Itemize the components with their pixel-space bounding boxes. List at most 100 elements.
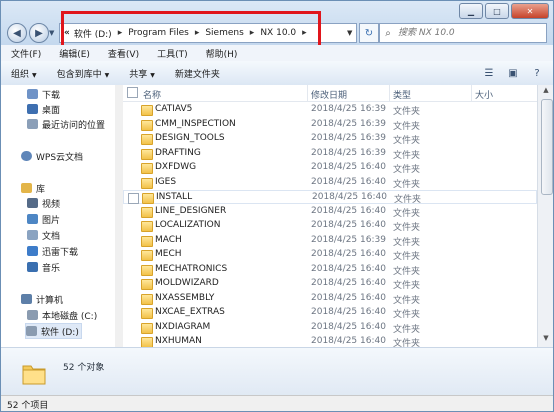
table-row[interactable]: DESIGN_TOOLS 2018/4/25 16:39 文件夹 — [123, 132, 537, 146]
help-button[interactable]: ? — [529, 65, 545, 81]
back-arrow-icon: ◀ — [13, 27, 21, 39]
breadcrumb-separator-icon[interactable]: ▸ — [118, 28, 123, 38]
preview-pane-button[interactable]: ▣ — [505, 65, 521, 81]
folder-icon — [142, 193, 154, 204]
table-row[interactable]: MACH 2018/4/25 16:39 文件夹 — [123, 234, 537, 248]
nav-item-documents[interactable]: 文档 — [27, 228, 60, 242]
minimize-button[interactable]: ▁ — [459, 3, 483, 19]
back-button[interactable]: ◀ — [7, 23, 27, 43]
table-row[interactable]: IGES 2018/4/25 16:40 文件夹 — [123, 176, 537, 190]
address-overflow-icon[interactable]: « — [64, 28, 70, 38]
table-row[interactable]: NXASSEMBLY 2018/4/25 16:40 文件夹 — [123, 292, 537, 306]
file-type: 文件夹 — [393, 295, 421, 306]
table-row[interactable]: MECH 2018/4/25 16:40 文件夹 — [123, 248, 537, 262]
nav-item-downloads[interactable]: 下载 — [27, 87, 60, 101]
documents-icon — [27, 230, 38, 240]
nav-item-video[interactable]: 视频 — [27, 196, 60, 210]
table-row[interactable]: NXHUMAN 2018/4/25 16:40 文件夹 — [123, 335, 537, 347]
nav-scrollbar[interactable] — [115, 85, 123, 347]
menu-edit[interactable]: 编辑(E) — [49, 47, 98, 60]
menu-tools[interactable]: 工具(T) — [147, 47, 196, 60]
file-type: 文件夹 — [394, 195, 422, 205]
breadcrumb-program-files[interactable]: Program Files — [128, 28, 189, 38]
column-size[interactable]: 大小 — [475, 88, 493, 101]
column-type[interactable]: 类型 — [393, 88, 411, 101]
row-checkbox[interactable] — [128, 193, 139, 204]
command-bar: 组织 ▼ 包含到库中 ▼ 共享 ▼ 新建文件夹 ☰ ▣ ? — [1, 61, 553, 86]
file-date: 2018/4/25 16:40 — [311, 263, 386, 274]
new-folder-button[interactable]: 新建文件夹 — [165, 67, 230, 80]
breadcrumb-separator-icon[interactable]: ▸ — [195, 28, 200, 38]
breadcrumb-separator-icon[interactable]: ▸ — [302, 28, 307, 38]
column-divider[interactable] — [471, 85, 472, 101]
close-button[interactable]: ✕ — [511, 3, 549, 19]
nav-label: 视频 — [42, 199, 61, 210]
table-row[interactable]: MOLDWIZARD 2018/4/25 16:40 文件夹 — [123, 277, 537, 291]
nav-item-drive-d[interactable]: 软件 (D:) — [25, 323, 82, 339]
search-input[interactable] — [396, 27, 540, 39]
scrollbar-thumb[interactable] — [541, 99, 553, 195]
maximize-button[interactable]: □ — [485, 3, 509, 19]
file-type: 文件夹 — [393, 136, 421, 146]
organize-button[interactable]: 组织 ▼ — [1, 67, 47, 80]
breadcrumb-siemens[interactable]: Siemens — [205, 28, 243, 38]
menu-bar: 文件(F) 编辑(E) 查看(V) 工具(T) 帮助(H) — [1, 45, 553, 61]
nav-label: 库 — [36, 184, 46, 195]
nav-label: 下载 — [42, 90, 61, 101]
file-list: 名称 修改日期 类型 大小 CATIAV5 2018/4/25 16:39 文件夹 C… — [123, 85, 537, 347]
file-name: LOCALIZATION — [155, 220, 221, 230]
breadcrumb-nx10[interactable]: NX 10.0 — [260, 28, 296, 38]
address-bar[interactable]: « 软件 (D:) ▸ Program Files ▸ Siemens ▸ NX… — [59, 23, 357, 43]
nav-item-desktop[interactable]: 桌面 — [27, 102, 60, 116]
nav-item-library[interactable]: 库 — [21, 181, 45, 195]
navigation-pane: 下载 桌面 最近访问的位置 WPS云文档 库 视频 图片 文档 迅雷下载 音乐 … — [1, 85, 116, 347]
folder-icon — [141, 177, 153, 189]
table-row[interactable]: LOCALIZATION 2018/4/25 16:40 文件夹 — [123, 219, 537, 233]
nav-item-recent-places[interactable]: 最近访问的位置 — [27, 117, 105, 131]
table-row[interactable]: CMM_INSPECTION 2018/4/25 16:39 文件夹 — [123, 118, 537, 132]
menu-help[interactable]: 帮助(H) — [196, 47, 246, 60]
file-date: 2018/4/25 16:40 — [311, 162, 386, 172]
scroll-down-icon[interactable]: ▼ — [540, 334, 552, 346]
file-name: DESIGN_TOOLS — [155, 133, 225, 143]
column-divider[interactable] — [307, 85, 308, 101]
column-name[interactable]: 名称 — [143, 88, 161, 101]
search-box[interactable]: ⌕ — [379, 23, 547, 43]
file-type: 文件夹 — [393, 121, 421, 132]
nav-item-drive-c[interactable]: 本地磁盘 (C:) — [27, 308, 97, 322]
file-date: 2018/4/25 16:40 — [311, 220, 386, 230]
nav-item-wps-cloud[interactable]: WPS云文档 — [21, 149, 83, 163]
table-row[interactable]: DRAFTING 2018/4/25 16:39 文件夹 — [123, 147, 537, 161]
file-list-scrollbar[interactable]: ▲ ▼ — [537, 85, 553, 347]
nav-item-computer[interactable]: 计算机 — [21, 292, 63, 306]
table-row[interactable]: INSTALL 2018/4/25 16:40 文件夹 — [123, 190, 537, 205]
change-view-button[interactable]: ☰ — [481, 65, 497, 81]
file-type: 文件夹 — [393, 107, 421, 117]
table-row[interactable]: NXDIAGRAM 2018/4/25 16:40 文件夹 — [123, 321, 537, 335]
forward-button[interactable]: ▶ — [29, 23, 49, 43]
table-row[interactable]: MECHATRONICS 2018/4/25 16:40 文件夹 — [123, 263, 537, 277]
breadcrumb-drive-d[interactable]: 软件 (D:) — [74, 27, 112, 40]
column-divider[interactable] — [389, 85, 390, 101]
select-all-checkbox[interactable] — [127, 87, 138, 98]
share-button[interactable]: 共享 ▼ — [119, 67, 165, 80]
table-row[interactable]: LINE_DESIGNER 2018/4/25 16:40 文件夹 — [123, 205, 537, 219]
nav-item-music[interactable]: 音乐 — [27, 260, 60, 274]
table-row[interactable]: NXCAE_EXTRAS 2018/4/25 16:40 文件夹 — [123, 306, 537, 320]
table-row[interactable]: DXFDWG 2018/4/25 16:40 文件夹 — [123, 161, 537, 175]
refresh-button[interactable]: ↻ — [359, 23, 379, 43]
nav-item-pictures[interactable]: 图片 — [27, 212, 60, 226]
include-in-library-button[interactable]: 包含到库中 ▼ — [47, 67, 120, 80]
window-controls: ▁ □ ✕ — [457, 3, 549, 19]
nav-item-thunder-downloads[interactable]: 迅雷下载 — [27, 244, 78, 258]
column-date[interactable]: 修改日期 — [311, 88, 347, 101]
menu-view[interactable]: 查看(V) — [98, 47, 147, 60]
breadcrumb-separator-icon[interactable]: ▸ — [250, 28, 255, 38]
scroll-up-icon[interactable]: ▲ — [540, 86, 552, 98]
file-date: 2018/4/25 16:40 — [311, 176, 386, 187]
recent-pages-dropdown[interactable]: ▼ — [49, 29, 54, 37]
file-date: 2018/4/25 16:39 — [311, 234, 386, 245]
menu-file[interactable]: 文件(F) — [1, 47, 49, 60]
table-row[interactable]: CATIAV5 2018/4/25 16:39 文件夹 — [123, 103, 537, 117]
address-dropdown[interactable]: ▼ — [347, 29, 352, 37]
